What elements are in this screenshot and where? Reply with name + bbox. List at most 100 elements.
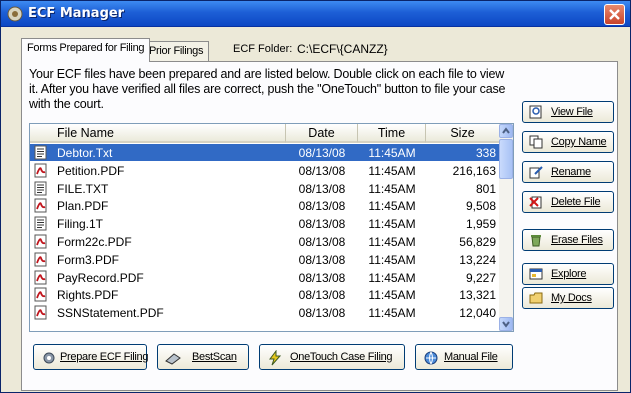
file-name: Rights.PDF <box>57 288 119 303</box>
file-time: 11:45AM <box>368 181 416 196</box>
file-row[interactable]: Filing.1T 08/13/08 11:45AM 1,959 <box>30 215 500 232</box>
file-date: 08/13/08 <box>298 181 346 196</box>
instructions-text: Your ECF files have been prepared and ar… <box>29 67 506 111</box>
file-time: 11:45AM <box>368 163 416 178</box>
tab-forms-prepared[interactable]: Forms Prepared for Filing <box>21 38 151 62</box>
bestscan-button[interactable]: BestScan <box>157 344 249 370</box>
pdf-file-icon <box>34 252 47 267</box>
explore-button[interactable]: Explore <box>522 263 614 285</box>
file-time: 11:45AM <box>368 217 416 232</box>
button-label: Manual File <box>444 351 498 363</box>
scanner-icon <box>165 353 181 365</box>
column-header-time[interactable]: Time <box>358 124 426 143</box>
file-row[interactable]: Form22c.PDF 08/13/08 11:45AM 56,829 <box>30 233 500 250</box>
file-size: 12,040 <box>459 306 496 321</box>
copy-icon <box>529 135 543 149</box>
file-size: 338 <box>475 146 496 160</box>
ecf-folder-label: ECF Folder: <box>233 43 293 55</box>
column-header-file-name[interactable]: File Name <box>30 124 286 143</box>
button-label: BestScan <box>192 351 237 363</box>
file-row[interactable]: SSNStatement.PDF 08/13/08 11:45AM 12,040 <box>30 304 500 321</box>
column-header-date[interactable]: Date <box>286 124 358 143</box>
file-name: SSNStatement.PDF <box>57 306 164 321</box>
file-date: 08/13/08 <box>298 306 346 321</box>
file-row[interactable]: Rights.PDF 08/13/08 11:45AM 13,321 <box>30 286 500 303</box>
tab-label: Prior Filings <box>149 45 204 57</box>
button-label: Copy Name <box>551 136 607 148</box>
file-name: FILE.TXT <box>57 181 109 196</box>
my-docs-button[interactable]: My Docs <box>522 287 614 309</box>
file-size: 9,227 <box>465 270 496 285</box>
text-file-icon <box>34 216 47 231</box>
app-icon <box>7 6 23 22</box>
button-label: Erase Files <box>551 234 603 246</box>
gear-icon <box>43 352 55 364</box>
delete-icon <box>529 196 542 209</box>
button-label: Rename <box>551 166 591 178</box>
column-header-size[interactable]: Size <box>426 124 500 143</box>
file-size: 216,163 <box>452 163 496 178</box>
file-name: Filing.1T <box>57 217 104 232</box>
magnifier-icon <box>529 105 542 119</box>
file-date: 08/13/08 <box>298 288 346 303</box>
file-time: 11:45AM <box>368 270 416 285</box>
file-time: 11:45AM <box>368 146 416 160</box>
close-icon <box>609 9 620 20</box>
delete-file-button[interactable]: Delete File <box>522 191 614 213</box>
file-date: 08/13/08 <box>298 146 346 160</box>
scroll-thumb[interactable] <box>499 139 513 179</box>
prepare-ecf-filing-button[interactable]: Prepare ECF Filing <box>33 344 149 370</box>
file-time: 11:45AM <box>368 252 416 267</box>
scroll-down-button[interactable] <box>499 317 513 331</box>
file-size: 13,224 <box>459 252 496 267</box>
file-row[interactable]: Plan.PDF 08/13/08 11:45AM 9,508 <box>30 197 500 214</box>
onetouch-case-filing-button[interactable]: OneTouch Case Filing <box>259 344 405 370</box>
button-label: Delete File <box>551 196 601 208</box>
file-date: 08/13/08 <box>298 270 346 285</box>
trash-icon <box>531 235 541 247</box>
vertical-scrollbar[interactable] <box>499 124 513 331</box>
tab-label: Forms Prepared for Filing <box>27 42 145 54</box>
file-row[interactable]: Form3.PDF 08/13/08 11:45AM 13,224 <box>30 251 500 268</box>
globe-icon <box>424 351 438 365</box>
close-button[interactable] <box>604 4 625 25</box>
button-label: Explore <box>551 268 587 280</box>
ecf-folder-path: C:\ECF\{CANZZ} <box>297 42 388 56</box>
copy-name-button[interactable]: Copy Name <box>522 131 614 153</box>
chevron-down-icon <box>502 321 510 328</box>
pdf-file-icon <box>34 287 47 302</box>
file-size: 56,829 <box>459 235 496 249</box>
tab-prior-filings[interactable]: Prior Filings <box>143 41 210 61</box>
rename-icon <box>529 166 543 179</box>
file-row[interactable]: PayRecord.PDF 08/13/08 11:45AM 9,227 <box>30 269 500 286</box>
view-file-button[interactable]: View File <box>522 101 614 123</box>
file-name: Debtor.Txt <box>57 146 113 160</box>
button-label: Prepare ECF Filing <box>60 351 149 363</box>
pdf-file-icon <box>34 234 47 249</box>
pdf-file-icon <box>34 305 47 320</box>
file-name: Form3.PDF <box>57 252 120 267</box>
pdf-file-icon <box>34 270 47 285</box>
text-file-icon <box>34 181 47 196</box>
manual-file-button[interactable]: Manual File <box>415 344 513 370</box>
erase-files-button[interactable]: Erase Files <box>522 229 614 251</box>
rename-button[interactable]: Rename <box>522 161 614 183</box>
file-size: 13,321 <box>459 288 496 303</box>
file-time: 11:45AM <box>368 306 416 321</box>
file-date: 08/13/08 <box>298 163 346 178</box>
file-name: Plan.PDF <box>57 199 109 214</box>
file-size: 801 <box>475 181 496 196</box>
scroll-up-button[interactable] <box>499 124 513 138</box>
file-row[interactable]: FILE.TXT 08/13/08 11:45AM 801 <box>30 180 500 197</box>
button-label: My Docs <box>551 292 592 304</box>
ecf-manager-window: ECF Manager Forms Prepared for Filing Pr… <box>0 0 631 393</box>
text-file-icon <box>34 145 47 160</box>
pdf-file-icon <box>34 163 47 178</box>
file-row[interactable]: Debtor.Txt 08/13/08 11:45AM 338 <box>30 144 500 161</box>
file-date: 08/13/08 <box>298 217 346 232</box>
title-bar[interactable]: ECF Manager <box>1 1 630 27</box>
file-list[interactable]: File Name Date Time Size Debtor.Txt 08/13… <box>29 123 514 332</box>
file-date: 08/13/08 <box>298 252 346 267</box>
file-name: Form22c.PDF <box>57 235 132 249</box>
file-row[interactable]: Petition.PDF 08/13/08 11:45AM 216,163 <box>30 162 500 179</box>
